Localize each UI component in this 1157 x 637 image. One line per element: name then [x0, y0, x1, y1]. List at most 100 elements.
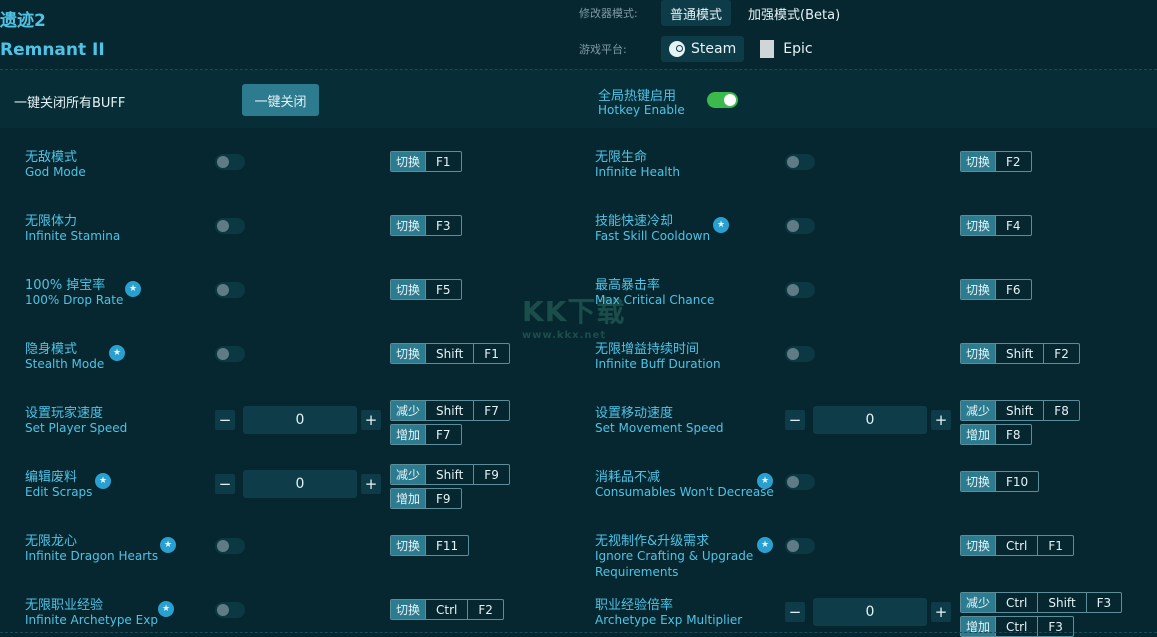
- max-critical-chance-hotkey[interactable]: 切换 F6: [960, 279, 1032, 300]
- ignore-crafting-upgrade-requirements-toggle[interactable]: [785, 538, 815, 554]
- mode-beta-button[interactable]: 加强模式(Beta): [739, 0, 849, 26]
- 100-drop-rate-hotkey[interactable]: 切换 F5: [390, 279, 462, 300]
- archetype-exp-multiplier-decrease-hotkey-key: Ctrl: [995, 593, 1037, 612]
- infinite-health-hotkey[interactable]: 切换 F2: [960, 151, 1032, 172]
- infinite-dragon-hearts-hotkey-key: F11: [425, 536, 468, 555]
- global-controls-panel: [0, 70, 1157, 128]
- infinite-stamina-hotkey[interactable]: 切换 F3: [390, 215, 462, 236]
- archetype-exp-multiplier-increase-button[interactable]: +: [931, 602, 951, 622]
- archetype-exp-multiplier-decrease-hotkey-action: 减少: [961, 593, 996, 612]
- archetype-exp-multiplier-decrease-hotkey-key: Shift: [1037, 593, 1085, 612]
- 100-drop-rate-toggle[interactable]: [215, 282, 245, 298]
- infinite-buff-duration-hotkey[interactable]: 切换 Shift F2: [960, 343, 1080, 364]
- close-all-button[interactable]: 一键关闭: [242, 84, 319, 116]
- hotkey-enable-label-cn: 全局热键启用: [598, 89, 677, 104]
- cheat-row: 无限职业经验 Infinite Archetype Exp ★ 切换 Ctrl F2: [25, 594, 585, 637]
- stealth-mode-toggle[interactable]: [215, 346, 245, 362]
- cheat-name-en: Infinite Dragon Hearts: [25, 549, 159, 563]
- infinite-dragon-hearts-toggle[interactable]: [215, 538, 245, 554]
- infinite-stamina-hotkey-action: 切换: [391, 216, 426, 235]
- fast-skill-cooldown-hotkey[interactable]: 切换 F4: [960, 215, 1032, 236]
- platform-steam-button[interactable]: Steam: [661, 36, 745, 62]
- infinite-buff-duration-toggle[interactable]: [785, 346, 815, 362]
- infinite-stamina-toggle[interactable]: [215, 218, 245, 234]
- cheat-row: 无限增益持续时间 Infinite Buff Duration 切换 Shift F2: [595, 338, 1155, 402]
- hotkey-enable-label-en: Hotkey Enable: [598, 103, 685, 117]
- set-movement-speed-decrease-hotkey[interactable]: 减少 Shift F8: [960, 400, 1080, 421]
- archetype-exp-multiplier-increase-hotkey-key: F3: [1037, 617, 1073, 636]
- set-movement-speed-decrease-hotkey-key: Shift: [995, 401, 1043, 420]
- platform-label: 游戏平台:: [579, 43, 627, 56]
- ignore-crafting-upgrade-requirements-hotkey[interactable]: 切换 Ctrl F1: [960, 535, 1074, 556]
- set-player-speed-value-input[interactable]: 0: [243, 406, 357, 434]
- cheat-row: 无限体力 Infinite Stamina 切换 F3: [25, 210, 585, 274]
- edit-scraps-decrease-hotkey[interactable]: 减少 Shift F9: [390, 464, 510, 485]
- infinite-archetype-exp-hotkey[interactable]: 切换 Ctrl F2: [390, 599, 504, 620]
- platform-epic-button[interactable]: Epic: [752, 36, 820, 62]
- archetype-exp-multiplier-increase-hotkey-key: Ctrl: [995, 617, 1037, 636]
- cheat-name-en: Infinite Stamina: [25, 229, 121, 243]
- edit-scraps-decrease-button[interactable]: −: [215, 474, 235, 494]
- fast-skill-cooldown-toggle[interactable]: [785, 218, 815, 234]
- infinite-health-toggle[interactable]: [785, 154, 815, 170]
- hotkey-enable-toggle[interactable]: [707, 92, 738, 108]
- set-player-speed-decrease-hotkey[interactable]: 减少 Shift F7: [390, 400, 510, 421]
- infinite-archetype-exp-toggle[interactable]: [215, 602, 245, 618]
- god-mode-hotkey-action: 切换: [391, 152, 426, 171]
- 100-drop-rate-hotkey-action: 切换: [391, 280, 426, 299]
- set-movement-speed-increase-button[interactable]: +: [931, 410, 951, 430]
- cheat-name-en: 100% Drop Rate: [25, 293, 124, 307]
- cheat-name-cn: 无敌模式: [25, 150, 78, 165]
- cheat-name-cn: 最高暴击率: [595, 278, 661, 293]
- infinite-health-hotkey-key: F2: [995, 152, 1031, 171]
- set-player-speed-decrease-hotkey-key: F7: [473, 401, 509, 420]
- edit-scraps-increase-button[interactable]: +: [361, 474, 381, 494]
- fast-skill-cooldown-hotkey-action: 切换: [961, 216, 996, 235]
- platform-epic-label: Epic: [783, 41, 813, 57]
- premium-star-icon: ★: [95, 473, 111, 489]
- cheat-name-cn: 编辑废料: [25, 470, 78, 485]
- cheat-name-en: Fast Skill Cooldown: [595, 229, 711, 243]
- mode-normal-button[interactable]: 普通模式: [661, 0, 732, 26]
- ignore-crafting-upgrade-requirements-hotkey-action: 切换: [961, 536, 996, 555]
- archetype-exp-multiplier-decrease-hotkey[interactable]: 减少 Ctrl Shift F3: [960, 592, 1123, 613]
- archetype-exp-multiplier-value-input[interactable]: 0: [813, 598, 927, 626]
- stealth-mode-hotkey-key: F1: [473, 344, 509, 363]
- cheat-name-en: Infinite Health: [595, 165, 680, 179]
- set-player-speed-decrease-button[interactable]: −: [215, 410, 235, 430]
- game-title-en: Remnant II: [0, 40, 105, 60]
- max-critical-chance-toggle[interactable]: [785, 282, 815, 298]
- edit-scraps-value-input[interactable]: 0: [243, 470, 357, 498]
- consumables-won-t-decrease-toggle[interactable]: [785, 474, 815, 490]
- cheat-row: 设置移动速度 Set Movement Speed −0 + 减少 Shift F8 增加 F8: [595, 400, 1155, 466]
- premium-star-icon: ★: [757, 473, 773, 489]
- cheat-name-en: Infinite Archetype Exp: [25, 613, 158, 627]
- max-critical-chance-hotkey-action: 切换: [961, 280, 996, 299]
- edit-scraps-increase-hotkey[interactable]: 增加 F9: [390, 488, 462, 509]
- set-movement-speed-decrease-button[interactable]: −: [785, 410, 805, 430]
- fast-skill-cooldown-hotkey-key: F4: [995, 216, 1031, 235]
- set-movement-speed-increase-hotkey[interactable]: 增加 F8: [960, 424, 1032, 445]
- premium-star-icon: ★: [125, 281, 141, 297]
- cheat-row: 技能快速冷却 Fast Skill Cooldown ★ 切换 F4: [595, 210, 1155, 274]
- stealth-mode-hotkey-action: 切换: [391, 344, 426, 363]
- trainer-mode-selector: 修改器模式: 普通模式 加强模式(Beta): [579, 0, 857, 26]
- cheat-name-cn: 100% 掉宝率: [25, 278, 106, 293]
- set-player-speed-increase-button[interactable]: +: [361, 410, 381, 430]
- god-mode-toggle[interactable]: [215, 154, 245, 170]
- archetype-exp-multiplier-decrease-button[interactable]: −: [785, 602, 805, 622]
- infinite-buff-duration-hotkey-key: Shift: [995, 344, 1043, 363]
- archetype-exp-multiplier-increase-hotkey[interactable]: 增加 Ctrl F3: [960, 616, 1074, 637]
- infinite-dragon-hearts-hotkey[interactable]: 切换 F11: [390, 535, 470, 556]
- cheat-row: 无限龙心 Infinite Dragon Hearts ★ 切换 F11: [25, 530, 585, 594]
- set-movement-speed-value-input[interactable]: 0: [813, 406, 927, 434]
- consumables-won-t-decrease-hotkey[interactable]: 切换 F10: [960, 471, 1040, 492]
- cheat-name-cn: 隐身模式: [25, 342, 78, 357]
- infinite-stamina-hotkey-key: F3: [425, 216, 461, 235]
- set-player-speed-increase-hotkey[interactable]: 增加 F7: [390, 424, 462, 445]
- god-mode-hotkey[interactable]: 切换 F1: [390, 151, 462, 172]
- cheat-name-en: Max Critical Chance: [595, 293, 715, 307]
- stealth-mode-hotkey[interactable]: 切换 Shift F1: [390, 343, 510, 364]
- cheat-name-en: God Mode: [25, 165, 86, 179]
- epic-games-icon: [760, 40, 775, 58]
